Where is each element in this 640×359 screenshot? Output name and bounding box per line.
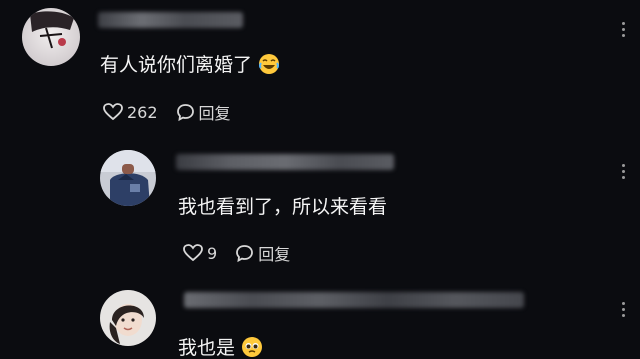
like-button[interactable]: 9	[183, 244, 217, 263]
comment-text-row: 我也看到了，所以来看看	[178, 192, 387, 219]
comment-text-row: 我也是	[178, 333, 263, 359]
username-blurred[interactable]	[184, 292, 524, 308]
comment-text: 我也是	[178, 337, 236, 359]
comment-actions: 262 回复	[103, 100, 249, 124]
reply-item: 我也看到了，所以来看看 9 回复	[0, 140, 640, 280]
comment-actions: 9 回复	[183, 241, 308, 265]
laughing-crying-emoji-icon	[259, 53, 280, 74]
heart-outline-icon	[103, 103, 123, 121]
reply-button[interactable]: 回复	[235, 241, 290, 265]
speech-bubble-icon	[236, 244, 254, 262]
more-options-icon[interactable]	[622, 164, 626, 179]
avatar[interactable]	[100, 150, 156, 206]
reply-item: 我也是	[0, 280, 640, 359]
comment-text-row: 有人说你们离婚了	[100, 50, 280, 77]
comment-section: 有人说你们离婚了 262 回复 我也看到了，所以来看看 9 回复 我也是	[0, 0, 640, 359]
avatar[interactable]	[22, 8, 80, 66]
reply-label: 回复	[198, 104, 231, 123]
pleading-face-emoji-icon	[242, 336, 263, 357]
avatar-image	[100, 150, 156, 206]
reply-label: 回复	[258, 245, 291, 264]
speech-bubble-icon	[176, 103, 194, 121]
comment-text: 有人说你们离婚了	[100, 54, 253, 76]
like-count: 9	[207, 243, 218, 263]
username-blurred[interactable]	[98, 12, 243, 28]
heart-outline-icon	[183, 244, 203, 262]
comment-item: 有人说你们离婚了 262 回复	[0, 0, 640, 140]
avatar-image	[100, 290, 156, 346]
more-options-icon[interactable]	[622, 302, 626, 317]
username-blurred[interactable]	[176, 154, 394, 170]
reply-button[interactable]: 回复	[176, 100, 231, 124]
avatar-image	[22, 8, 80, 66]
like-button[interactable]: 262	[103, 103, 158, 122]
avatar[interactable]	[100, 290, 156, 346]
more-options-icon[interactable]	[622, 22, 626, 37]
like-count: 262	[127, 102, 158, 122]
comment-text: 我也看到了，所以来看看	[178, 196, 388, 218]
